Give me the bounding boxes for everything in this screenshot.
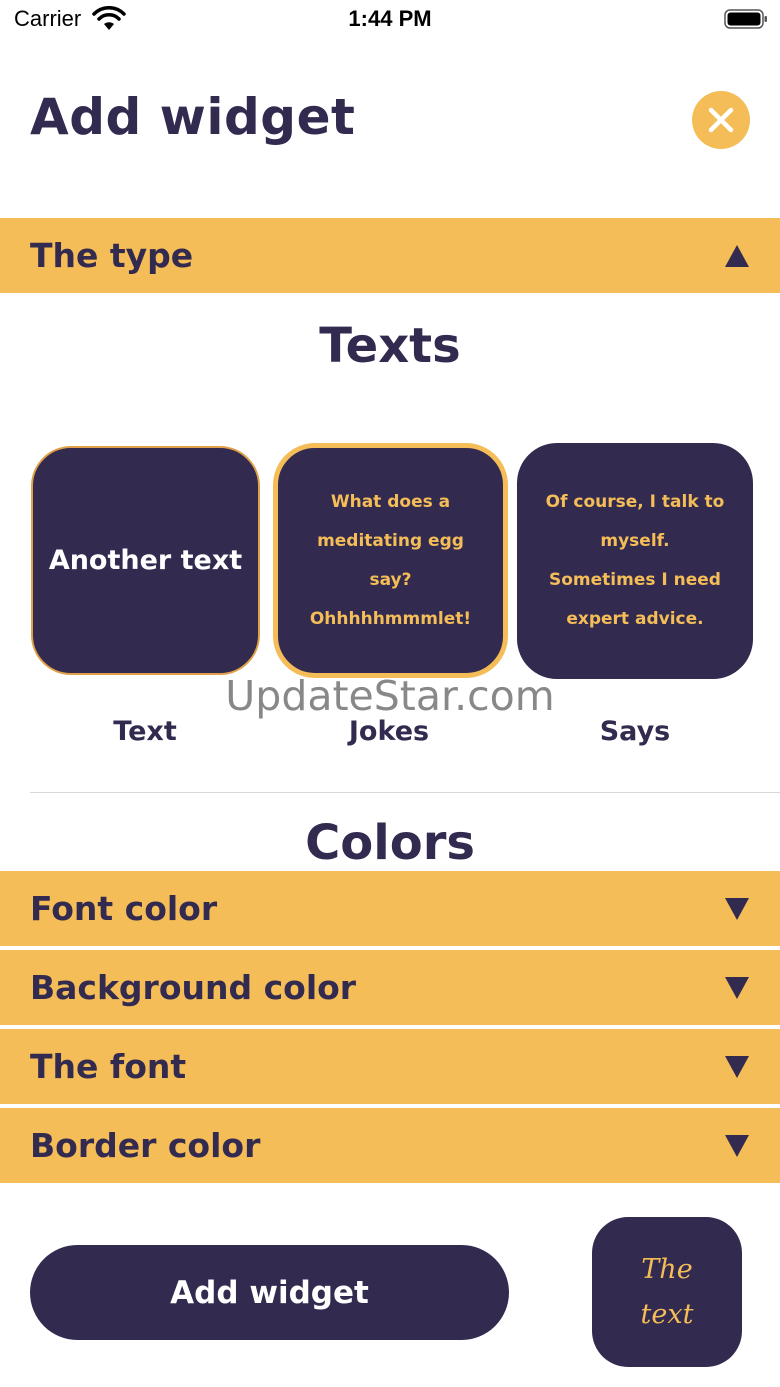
add-widget-button[interactable]: Add widget — [30, 1245, 509, 1340]
texts-section-title: Texts — [319, 318, 461, 374]
status-time: 1:44 PM — [348, 6, 432, 31]
type-toggle-bar[interactable]: The type — [0, 218, 780, 293]
dropdown-label: Background color — [30, 968, 357, 1007]
widget-preview-text: The text — [640, 1254, 694, 1330]
triangle-down-icon — [725, 897, 749, 920]
widget-card-jokes[interactable]: What does a meditating egg say? Ohhhhhmm… — [273, 443, 508, 678]
card-says-preview: Of course, I talk to myself. Sometimes I… — [545, 492, 725, 629]
background-color-dropdown[interactable]: Background color — [0, 950, 780, 1025]
card-jokes-preview: What does a meditating egg say? Ohhhhhmm… — [309, 491, 472, 629]
section-divider — [30, 792, 780, 793]
triangle-down-icon — [725, 1134, 749, 1157]
watermark: UpdateStar.com — [225, 672, 555, 720]
widget-preview: The text — [592, 1217, 742, 1367]
card-caption-says: Says — [599, 716, 671, 747]
border-color-dropdown[interactable]: Border color — [0, 1108, 780, 1183]
card-caption-jokes: Jokes — [348, 716, 430, 747]
font-color-dropdown[interactable]: Font color — [0, 871, 780, 946]
triangle-down-icon — [725, 976, 749, 999]
widget-card-says[interactable]: Of course, I talk to myself. Sometimes I… — [517, 443, 753, 679]
type-bar-label: The type — [30, 236, 194, 275]
dropdown-label: Border color — [30, 1126, 261, 1165]
triangle-up-icon — [725, 244, 749, 267]
triangle-down-icon — [725, 1055, 749, 1078]
dropdown-label: Font color — [30, 889, 218, 928]
page-title: Add widget — [30, 88, 356, 146]
colors-section-title: Colors — [305, 815, 475, 871]
close-icon — [708, 107, 734, 133]
battery-icon — [724, 9, 767, 29]
font-dropdown[interactable]: The font — [0, 1029, 780, 1104]
close-button[interactable] — [692, 91, 750, 149]
dropdown-label: The font — [30, 1047, 187, 1086]
card-text-preview: Another text — [48, 545, 243, 576]
card-caption-text: Text — [113, 716, 177, 747]
widget-card-text[interactable]: Another text — [31, 446, 260, 675]
